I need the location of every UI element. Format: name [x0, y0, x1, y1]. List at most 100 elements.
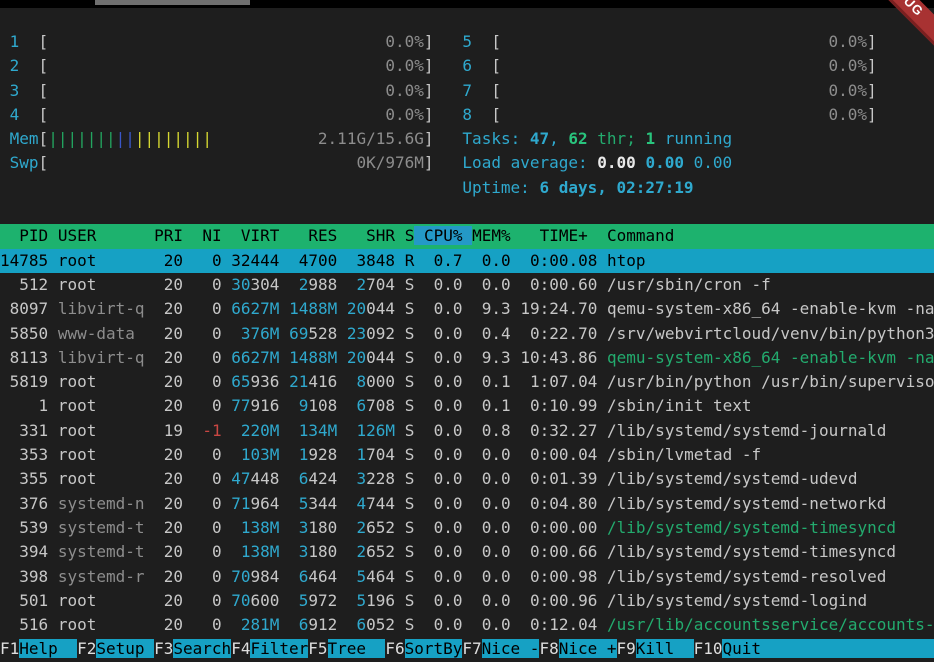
- cell-shr: 8: [347, 372, 366, 391]
- cell-pid: 512: [0, 275, 48, 294]
- process-row[interactable]: 501 root 20 0 70600 5972 5196 S 0.0 0.0 …: [0, 589, 934, 613]
- column-header-user[interactable]: USER: [58, 226, 145, 245]
- cell-time: 0:00.96: [520, 591, 597, 610]
- column-header-ni[interactable]: NI: [193, 226, 222, 245]
- mem-bar-yellow: ||||||||: [135, 129, 212, 148]
- cell-command: qemu-system-x86_64 -enable-kvm -na: [607, 348, 934, 367]
- process-row[interactable]: 376 systemd-n 20 0 71964 5344 4744 S 0.0…: [0, 492, 934, 516]
- cell-res: 2: [289, 275, 308, 294]
- cell-state: R: [405, 251, 415, 270]
- process-row[interactable]: 353 root 20 0 103M 1928 1704 S 0.0 0.0 0…: [0, 443, 934, 467]
- fkey-f1[interactable]: F1Help: [0, 639, 77, 658]
- process-row[interactable]: 355 root 20 0 47448 6424 3228 S 0.0 0.0 …: [0, 467, 934, 491]
- cell-res: 5: [289, 591, 308, 610]
- fkey-key-label: F5: [308, 639, 327, 658]
- process-row[interactable]: 8097 libvirt-q 20 0 6627M 1488M 20044 S …: [0, 297, 934, 321]
- cell-pid: 14785: [0, 251, 48, 270]
- cell-time: 0:00.00: [520, 518, 597, 537]
- cell-pid: 376: [0, 494, 48, 513]
- cell-command: /srv/webvirtcloud/venv/bin/python3: [607, 324, 934, 343]
- cell-pri: 20: [154, 591, 183, 610]
- cell-command: /usr/bin/python /usr/bin/superviso: [607, 372, 934, 391]
- fkey-f8[interactable]: F8Nice +: [539, 639, 616, 658]
- cell-cpu-percent: 0.0: [424, 324, 463, 343]
- column-header-res[interactable]: RES: [289, 226, 337, 245]
- fkey-key-label: F9: [617, 639, 636, 658]
- fkey-f6[interactable]: F6SortBy: [385, 639, 462, 658]
- uptime-row: Uptime: 6 days, 02:27:19: [0, 176, 934, 200]
- cell-user: www-data: [58, 324, 145, 343]
- cell-mem-percent: 0.0: [472, 275, 511, 294]
- column-header-cpu-sort[interactable]: CPU%: [414, 226, 472, 245]
- cell-pri: 20: [154, 469, 183, 488]
- cell-virt: 30: [231, 275, 250, 294]
- column-header-pri[interactable]: PRI: [154, 226, 183, 245]
- process-row[interactable]: 512 root 20 0 30304 2988 2704 S 0.0 0.0 …: [0, 273, 934, 297]
- cell-ni: 0: [193, 251, 222, 270]
- cell-user: root: [58, 396, 145, 415]
- column-header-virt[interactable]: VIRT: [231, 226, 279, 245]
- fkey-key-label: F3: [154, 639, 173, 658]
- process-row[interactable]: 539 systemd-t 20 0 138M 3180 2652 S 0.0 …: [0, 516, 934, 540]
- terminal-content: 1 [ 0.0%] 5 [ 0.0%] 2 [ 0.0%] 6 [ 0.0%] …: [0, 8, 934, 662]
- process-row[interactable]: 5850 www-data 20 0 376M 69528 23092 S 0.…: [0, 322, 934, 346]
- cell-pid: 394: [0, 542, 48, 561]
- uptime-label: Uptime:: [462, 178, 539, 197]
- cell-res: 3: [289, 518, 308, 537]
- cell-pid: 501: [0, 591, 48, 610]
- fkey-key-label: F7: [462, 639, 481, 658]
- fkey-f7[interactable]: F7Nice -: [462, 639, 539, 658]
- cell-state: S: [405, 324, 415, 343]
- fkey-action-label: Quit: [722, 639, 780, 658]
- cell-virt: 6627M: [231, 299, 279, 318]
- cell-state: S: [405, 542, 415, 561]
- column-header-command[interactable]: Command: [607, 226, 674, 245]
- fkey-key-label: F6: [385, 639, 404, 658]
- process-row[interactable]: 1 root 20 0 77916 9108 6708 S 0.0 0.1 0:…: [0, 394, 934, 418]
- fkey-f10[interactable]: F10Quit: [694, 639, 781, 658]
- column-header-state[interactable]: S: [405, 226, 415, 245]
- cell-virt: 103M: [231, 445, 279, 464]
- cell-pid: 8113: [0, 348, 48, 367]
- cpu2-meter-id: 2: [10, 56, 39, 75]
- fkey-f4[interactable]: F4Filter: [231, 639, 308, 658]
- cell-state: S: [405, 445, 415, 464]
- cpu3-meter-id: 3: [10, 81, 39, 100]
- process-row[interactable]: 516 root 20 0 281M 6912 6052 S 0.0 0.0 0…: [0, 613, 934, 637]
- process-row[interactable]: 331 root 19 -1 220M 134M 126M S 0.0 0.8 …: [0, 419, 934, 443]
- cell-virt: 47: [231, 469, 250, 488]
- column-header-pid[interactable]: PID: [0, 226, 48, 245]
- uptime-value: 6 days, 02:27:19: [539, 178, 693, 197]
- cell-res: 6: [289, 567, 308, 586]
- cell-user: root: [58, 615, 145, 634]
- cell-ni: 0: [193, 445, 222, 464]
- process-row[interactable]: 394 systemd-t 20 0 138M 3180 2652 S 0.0 …: [0, 540, 934, 564]
- fkey-f2[interactable]: F2Setup: [77, 639, 154, 658]
- cell-cpu-percent: 0.0: [424, 518, 463, 537]
- cell-time: 0:04.80: [520, 494, 597, 513]
- cell-ni: 0: [193, 299, 222, 318]
- process-row[interactable]: 5819 root 20 0 65936 21416 8000 S 0.0 0.…: [0, 370, 934, 394]
- cell-mem-percent: 0.1: [472, 396, 511, 415]
- column-header-mem[interactable]: MEM%: [472, 226, 511, 245]
- fkey-f3[interactable]: F3Search: [154, 639, 231, 658]
- column-header-shr[interactable]: SHR: [347, 226, 395, 245]
- fkey-f5[interactable]: F5Tree: [308, 639, 385, 658]
- cell-ni: 0: [193, 542, 222, 561]
- process-row[interactable]: 14785 root 20 0 32444 4700 3848 R 0.7 0.…: [0, 249, 934, 273]
- fkey-f9[interactable]: F9Kill: [617, 639, 694, 658]
- cell-state: S: [405, 299, 415, 318]
- tasks-count: 47: [530, 129, 549, 148]
- cell-ni: 0: [193, 518, 222, 537]
- cell-shr: 2: [347, 542, 366, 561]
- cell-ni: 0: [193, 348, 222, 367]
- column-header-time[interactable]: TIME+: [520, 226, 597, 245]
- top-black-bar: [0, 0, 934, 8]
- process-row[interactable]: 8113 libvirt-q 20 0 6627M 1488M 20044 S …: [0, 346, 934, 370]
- cell-user: libvirt-q: [58, 348, 145, 367]
- process-row[interactable]: 398 systemd-r 20 0 70984 6464 5464 S 0.0…: [0, 565, 934, 589]
- cell-mem-percent: 0.1: [472, 372, 511, 391]
- cell-shr: 126M: [347, 421, 395, 440]
- cell-shr: 6: [347, 396, 366, 415]
- cell-mem-percent: 9.3: [472, 348, 511, 367]
